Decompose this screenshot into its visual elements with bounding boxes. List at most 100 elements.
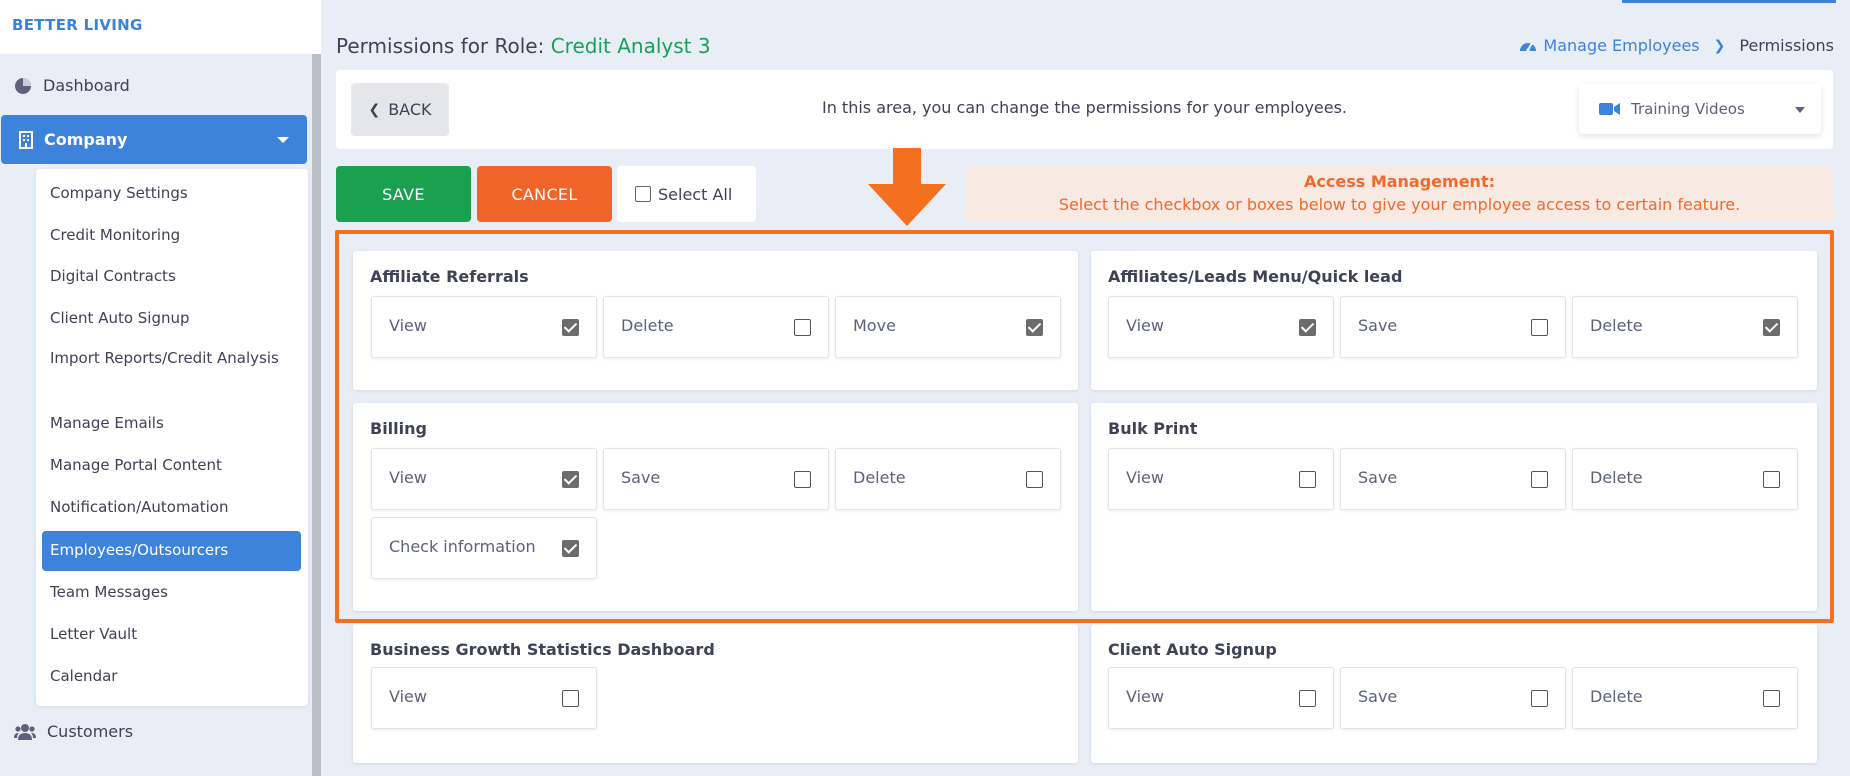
toolbar: ❮ BACK In this area, you can change the … (336, 70, 1833, 149)
permission-checkbox[interactable] (1299, 690, 1316, 707)
breadcrumb-link-label: Manage Employees (1543, 36, 1700, 55)
submenu-item-company-settings[interactable]: Company Settings (50, 182, 290, 205)
speedometer-icon (1519, 38, 1537, 54)
permission-checkbox[interactable] (1763, 319, 1780, 336)
cancel-button[interactable]: CANCEL (477, 166, 612, 222)
permission-label: Save (1358, 687, 1398, 706)
access-heading: Access Management: (1304, 172, 1495, 191)
submenu-item-import-reports[interactable]: Import Reports/Credit Analysis (50, 347, 290, 370)
permission-delete[interactable]: Delete (835, 448, 1061, 510)
training-videos-dropdown[interactable]: Training Videos (1579, 84, 1821, 134)
submenu-item-digital-contracts[interactable]: Digital Contracts (50, 265, 290, 288)
permission-card-client-auto-signup: Client Auto Signup View Save Delete (1091, 624, 1817, 763)
permission-checkbox[interactable] (1531, 319, 1548, 336)
save-button[interactable]: SAVE (336, 166, 471, 222)
caret-down-icon (1795, 107, 1805, 113)
permission-checkbox[interactable] (1299, 471, 1316, 488)
permission-delete[interactable]: Delete (603, 296, 829, 358)
select-all-checkbox[interactable]: Select All (617, 166, 756, 222)
submenu-item-manage-portal-content[interactable]: Manage Portal Content (50, 454, 290, 477)
submenu-item-manage-emails[interactable]: Manage Emails (50, 412, 290, 435)
submenu-item-calendar[interactable]: Calendar (50, 665, 290, 688)
permission-card-bulk-print: Bulk Print View Save Delete (1091, 403, 1817, 611)
permission-view[interactable]: View (371, 448, 597, 510)
sidebar-item-label: Company (44, 130, 128, 149)
sidebar-item-dashboard[interactable]: Dashboard (14, 76, 130, 95)
permission-checkbox[interactable] (1531, 471, 1548, 488)
pie-chart-icon (14, 77, 32, 95)
permission-view[interactable]: View (371, 296, 597, 358)
permission-checkbox[interactable] (1531, 690, 1548, 707)
permission-card-billing: Billing View Save Delete Check informati… (353, 403, 1078, 611)
permission-checkbox[interactable] (562, 471, 579, 488)
breadcrumb-manage-employees[interactable]: Manage Employees (1519, 36, 1700, 55)
permission-view[interactable]: View (371, 667, 597, 729)
permission-move[interactable]: Move (835, 296, 1061, 358)
chevron-right-icon: ❯ (1713, 37, 1726, 54)
breadcrumb: Manage Employees ❯ Permissions (1519, 36, 1834, 55)
sidebar-item-label: Dashboard (43, 76, 130, 95)
role-name: Credit Analyst 3 (550, 34, 711, 58)
card-title: Bulk Print (1108, 419, 1198, 438)
title-prefix: Permissions for Role: (336, 34, 545, 58)
access-management-notice: Access Management: Select the checkbox o… (966, 166, 1833, 222)
permission-label: View (389, 468, 427, 487)
top-accent-bar (1622, 0, 1836, 3)
permission-card-affiliates-leads: Affiliates/Leads Menu/Quick lead View Sa… (1091, 251, 1817, 390)
permission-label: Delete (1590, 468, 1643, 487)
sidebar-item-label: Customers (47, 722, 134, 741)
card-title: Business Growth Statistics Dashboard (370, 640, 715, 659)
permission-save[interactable]: Save (1340, 296, 1566, 358)
card-title: Client Auto Signup (1108, 640, 1277, 659)
submenu-item-employees-outsourcers[interactable]: Employees/Outsourcers (50, 539, 290, 562)
permission-checkbox[interactable] (1763, 471, 1780, 488)
permission-card-affiliate-referrals: Affiliate Referrals View Delete Move (353, 251, 1078, 390)
video-camera-icon (1599, 102, 1621, 116)
permission-label: View (389, 687, 427, 706)
sidebar-item-customers[interactable]: Customers (14, 722, 133, 741)
permission-checkbox[interactable] (562, 690, 579, 707)
permission-check-information[interactable]: Check information (371, 517, 597, 579)
permission-label: Check information (389, 537, 536, 556)
permission-label: Delete (1590, 316, 1643, 335)
card-title: Affiliate Referrals (370, 267, 529, 286)
select-all-box[interactable] (635, 186, 651, 202)
permission-label: Save (1358, 316, 1398, 335)
sidebar-item-company[interactable]: Company (1, 115, 307, 164)
permission-checkbox[interactable] (1026, 471, 1043, 488)
permission-label: Delete (853, 468, 906, 487)
permission-delete[interactable]: Delete (1572, 296, 1798, 358)
permission-checkbox[interactable] (1026, 319, 1043, 336)
breadcrumb-current: Permissions (1739, 36, 1834, 55)
permission-delete[interactable]: Delete (1572, 667, 1798, 729)
permission-checkbox[interactable] (1299, 319, 1316, 336)
select-all-label: Select All (658, 184, 733, 204)
submenu-item-credit-monitoring[interactable]: Credit Monitoring (50, 224, 290, 247)
permission-save[interactable]: Save (603, 448, 829, 510)
submenu-item-notification-automation[interactable]: Notification/Automation (50, 496, 290, 519)
permission-label: Delete (1590, 687, 1643, 706)
sidebar-scrollbar[interactable] (312, 54, 321, 776)
submenu-item-letter-vault[interactable]: Letter Vault (50, 623, 290, 646)
permission-label: View (1126, 468, 1164, 487)
building-icon (18, 130, 34, 149)
training-videos-label: Training Videos (1631, 100, 1745, 118)
card-title: Billing (370, 419, 427, 438)
permission-checkbox[interactable] (562, 319, 579, 336)
users-icon (14, 723, 36, 741)
permission-label: View (389, 316, 427, 335)
permission-checkbox[interactable] (794, 319, 811, 336)
submenu-item-client-auto-signup[interactable]: Client Auto Signup (50, 307, 290, 330)
submenu-item-team-messages[interactable]: Team Messages (50, 581, 290, 604)
permission-view[interactable]: View (1108, 296, 1334, 358)
permission-checkbox[interactable] (1763, 690, 1780, 707)
permission-label: View (1126, 316, 1164, 335)
brand-logo[interactable]: BETTER LIVING (0, 0, 321, 54)
permission-save[interactable]: Save (1340, 667, 1566, 729)
permission-checkbox[interactable] (794, 471, 811, 488)
permission-checkbox[interactable] (562, 540, 579, 557)
permission-view[interactable]: View (1108, 667, 1334, 729)
permission-view[interactable]: View (1108, 448, 1334, 510)
permission-delete[interactable]: Delete (1572, 448, 1798, 510)
permission-save[interactable]: Save (1340, 448, 1566, 510)
